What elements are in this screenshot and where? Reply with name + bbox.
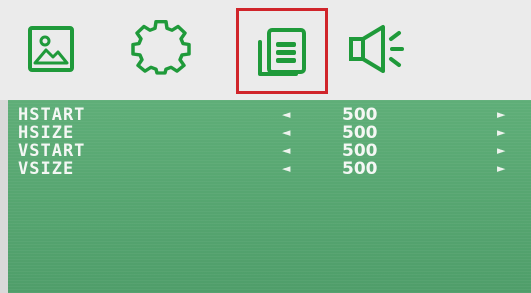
menu-row-vstart[interactable]: VSTART ◄ 500 ►: [8, 142, 531, 160]
tab-setup[interactable]: [130, 14, 192, 84]
decrease-arrow-icon[interactable]: ◄: [282, 160, 290, 178]
menu-row-value: 500: [342, 141, 378, 161]
menu-row-value: 500: [342, 159, 378, 179]
menu-row-value: 500: [342, 105, 378, 125]
panel-edge: [0, 100, 8, 293]
menu-row-label: HSIZE: [18, 123, 75, 143]
decrease-arrow-icon[interactable]: ◄: [282, 124, 290, 142]
tab-display[interactable]: [236, 8, 328, 94]
decrease-arrow-icon[interactable]: ◄: [282, 106, 290, 124]
menu-tab-bar: [0, 0, 531, 100]
osd-menu: HSTART ◄ 500 ► HSIZE ◄ 500 ► VSTART ◄ 50…: [0, 0, 531, 293]
display-settings-panel: HSTART ◄ 500 ► HSIZE ◄ 500 ► VSTART ◄ 50…: [8, 100, 531, 293]
gear-icon: [131, 20, 191, 75]
menu-row-hstart[interactable]: HSTART ◄ 500 ►: [8, 106, 531, 124]
menu-row-hsize[interactable]: HSIZE ◄ 500 ►: [8, 124, 531, 142]
increase-arrow-icon[interactable]: ►: [497, 142, 505, 160]
increase-arrow-icon[interactable]: ►: [497, 106, 505, 124]
display-settings-icon: [258, 28, 306, 76]
increase-arrow-icon[interactable]: ►: [497, 160, 505, 178]
menu-row-vsize[interactable]: VSIZE ◄ 500 ►: [8, 160, 531, 178]
picture-icon: [28, 26, 74, 72]
speaker-icon: [349, 25, 404, 73]
decrease-arrow-icon[interactable]: ◄: [282, 142, 290, 160]
increase-arrow-icon[interactable]: ►: [497, 124, 505, 142]
tab-audio[interactable]: [344, 14, 416, 84]
tab-picture[interactable]: [20, 14, 82, 84]
menu-row-label: VSTART: [18, 141, 86, 161]
menu-row-value: 500: [342, 123, 378, 143]
menu-row-label: HSTART: [18, 105, 86, 125]
menu-row-label: VSIZE: [18, 159, 75, 179]
